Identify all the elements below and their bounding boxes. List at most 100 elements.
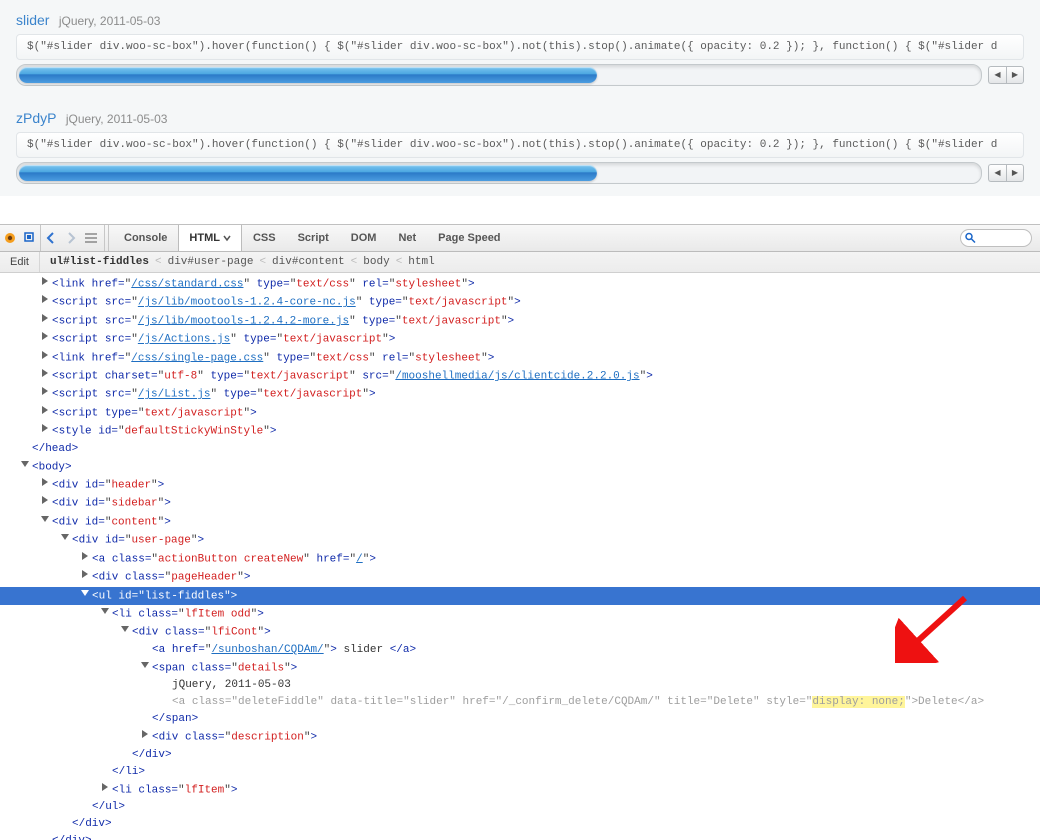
slider-fill [19, 67, 597, 83]
tree-row[interactable]: <div id="user-page"> [0, 531, 1040, 549]
twisty-expanded-icon[interactable] [60, 531, 70, 548]
crumb-current[interactable]: ul#list-fiddles [50, 256, 149, 268]
tree-row[interactable]: </div> [0, 747, 1040, 764]
tree-row[interactable]: </ul> [0, 799, 1040, 816]
tree-row[interactable]: jQuery, 2011-05-03 [0, 677, 1040, 694]
tree-row[interactable]: <a class="actionButton createNew" href="… [0, 550, 1040, 568]
crumb[interactable]: div#user-page [168, 256, 254, 268]
tree-row[interactable]: <a href="/sunboshan/CQDAm/"> slider </a> [0, 642, 1040, 659]
tab-dom[interactable]: DOM [340, 225, 388, 251]
tree-row[interactable]: <script charset="utf-8" type="text/javas… [0, 367, 1040, 385]
twisty-collapsed-icon[interactable] [40, 367, 50, 384]
tree-row[interactable]: </div> [0, 833, 1040, 840]
twisty-collapsed-icon[interactable] [40, 422, 50, 439]
tree-row[interactable]: </head> [0, 441, 1040, 458]
tree-row[interactable]: <div id="sidebar"> [0, 494, 1040, 512]
twisty-collapsed-icon[interactable] [40, 349, 50, 366]
twisty-expanded-icon[interactable] [120, 623, 130, 640]
tab-net[interactable]: Net [387, 225, 427, 251]
slider-next-button[interactable]: ▶ [1006, 164, 1024, 182]
tab-html-label: HTML [189, 232, 220, 244]
crumb[interactable]: body [363, 256, 389, 268]
twisty-collapsed-icon[interactable] [80, 550, 90, 567]
twisty-expanded-icon[interactable] [140, 659, 150, 676]
slider-row: ◀ ▶ [16, 64, 1024, 92]
twisty-collapsed-icon[interactable] [40, 330, 50, 347]
tag: <link [52, 278, 85, 290]
crumb-sep: < [351, 256, 358, 268]
crumb-sep: < [259, 256, 266, 268]
twisty-collapsed-icon[interactable] [40, 404, 50, 421]
slider-bar[interactable] [16, 162, 982, 184]
tab-pagespeed[interactable]: Page Speed [427, 225, 511, 251]
tree-row[interactable]: <body> [0, 458, 1040, 476]
twisty-expanded-icon[interactable] [40, 513, 50, 530]
page-top: slider jQuery, 2011-05-03 $("#slider div… [0, 0, 1040, 196]
twisty-expanded-icon[interactable] [100, 605, 110, 622]
forward-button[interactable] [61, 225, 81, 251]
tree-row[interactable]: </li> [0, 764, 1040, 781]
back-button[interactable] [41, 225, 61, 251]
slider-prev-button[interactable]: ◀ [988, 164, 1006, 182]
tab-html[interactable]: HTML [178, 225, 242, 251]
twisty-collapsed-icon[interactable] [40, 476, 50, 493]
inspect-button[interactable] [20, 225, 40, 251]
slider-step-buttons: ◀ ▶ [988, 66, 1024, 84]
twisty-collapsed-icon[interactable] [40, 293, 50, 310]
fiddle-title-link[interactable]: zPdyP [16, 110, 56, 126]
tree-row[interactable]: <script type="text/javascript"> [0, 404, 1040, 422]
search-input[interactable] [960, 229, 1032, 247]
fiddle-head: zPdyP jQuery, 2011-05-03 [16, 110, 1024, 126]
tree-row[interactable]: <div class="lfiCont"> [0, 623, 1040, 641]
tree-row-selected[interactable]: <ul id="list-fiddles"> [0, 587, 1040, 605]
twisty-expanded-icon[interactable] [20, 458, 30, 475]
twisty-collapsed-icon[interactable] [40, 385, 50, 402]
tree-row[interactable]: <li class="lfItem odd"> [0, 605, 1040, 623]
tree-row[interactable]: </div> [0, 816, 1040, 833]
list-icon[interactable] [81, 225, 101, 251]
firebug-icon[interactable] [0, 225, 20, 251]
tree-row[interactable]: <script src="/js/Actions.js" type="text/… [0, 330, 1040, 348]
fiddle-title-link[interactable]: slider [16, 12, 49, 28]
slider-prev-button[interactable]: ◀ [988, 66, 1006, 84]
twisty-expanded-icon[interactable] [80, 587, 90, 604]
fiddle-description: $("#slider div.woo-sc-box").hover(functi… [16, 34, 1024, 60]
tree-row[interactable]: <script src="/js/lib/mootools-1.2.4-core… [0, 293, 1040, 311]
divider [104, 225, 105, 251]
fiddle-meta: jQuery, 2011-05-03 [59, 14, 161, 28]
tree-row[interactable]: <div class="pageHeader"> [0, 568, 1040, 586]
dom-tree: <link href="/css/standard.css" type="tex… [0, 273, 1040, 840]
tab-css[interactable]: CSS [242, 225, 287, 251]
twisty-collapsed-icon[interactable] [100, 781, 110, 798]
tree-row[interactable]: <style id="defaultStickyWinStyle"> [0, 422, 1040, 440]
twisty-collapsed-icon[interactable] [80, 568, 90, 585]
devtools-tabs: Console HTML CSS Script DOM Net Page Spe… [109, 225, 512, 251]
tree-row[interactable]: <script src="/js/lib/mootools-1.2.4.2-mo… [0, 312, 1040, 330]
slider-bar[interactable] [16, 64, 982, 86]
twisty-collapsed-icon[interactable] [140, 728, 150, 745]
tree-row[interactable]: <span class="details"> [0, 659, 1040, 677]
tree-row[interactable]: <link href="/css/single-page.css" type="… [0, 349, 1040, 367]
tree-row-delete-link[interactable]: <a class="deleteFiddle" data-title="slid… [0, 694, 1040, 711]
tree-row[interactable]: </span> [0, 711, 1040, 728]
tree-row[interactable]: <div id="content"> [0, 513, 1040, 531]
twisty-collapsed-icon[interactable] [40, 494, 50, 511]
devtools-mini-buttons [0, 225, 41, 251]
slider-next-button[interactable]: ▶ [1006, 66, 1024, 84]
twisty-collapsed-icon[interactable] [40, 312, 50, 329]
devtools-panel: Console HTML CSS Script DOM Net Page Spe… [0, 224, 1040, 840]
crumb-sep: < [396, 256, 403, 268]
tab-console[interactable]: Console [113, 225, 178, 251]
tree-row[interactable]: <div id="header"> [0, 476, 1040, 494]
tree-row[interactable]: <li class="lfItem"> [0, 781, 1040, 799]
tree-row[interactable]: <script src="/js/List.js" type="text/jav… [0, 385, 1040, 403]
edit-button[interactable]: Edit [0, 252, 40, 272]
tab-script[interactable]: Script [287, 225, 340, 251]
twisty-collapsed-icon[interactable] [40, 275, 50, 292]
tree-row[interactable]: <div class="description"> [0, 728, 1040, 746]
crumb-sep: < [155, 256, 162, 268]
tree-row[interactable]: <link href="/css/standard.css" type="tex… [0, 275, 1040, 293]
crumb[interactable]: html [408, 256, 434, 268]
crumb[interactable]: div#content [272, 256, 345, 268]
slider-step-buttons: ◀ ▶ [988, 164, 1024, 182]
